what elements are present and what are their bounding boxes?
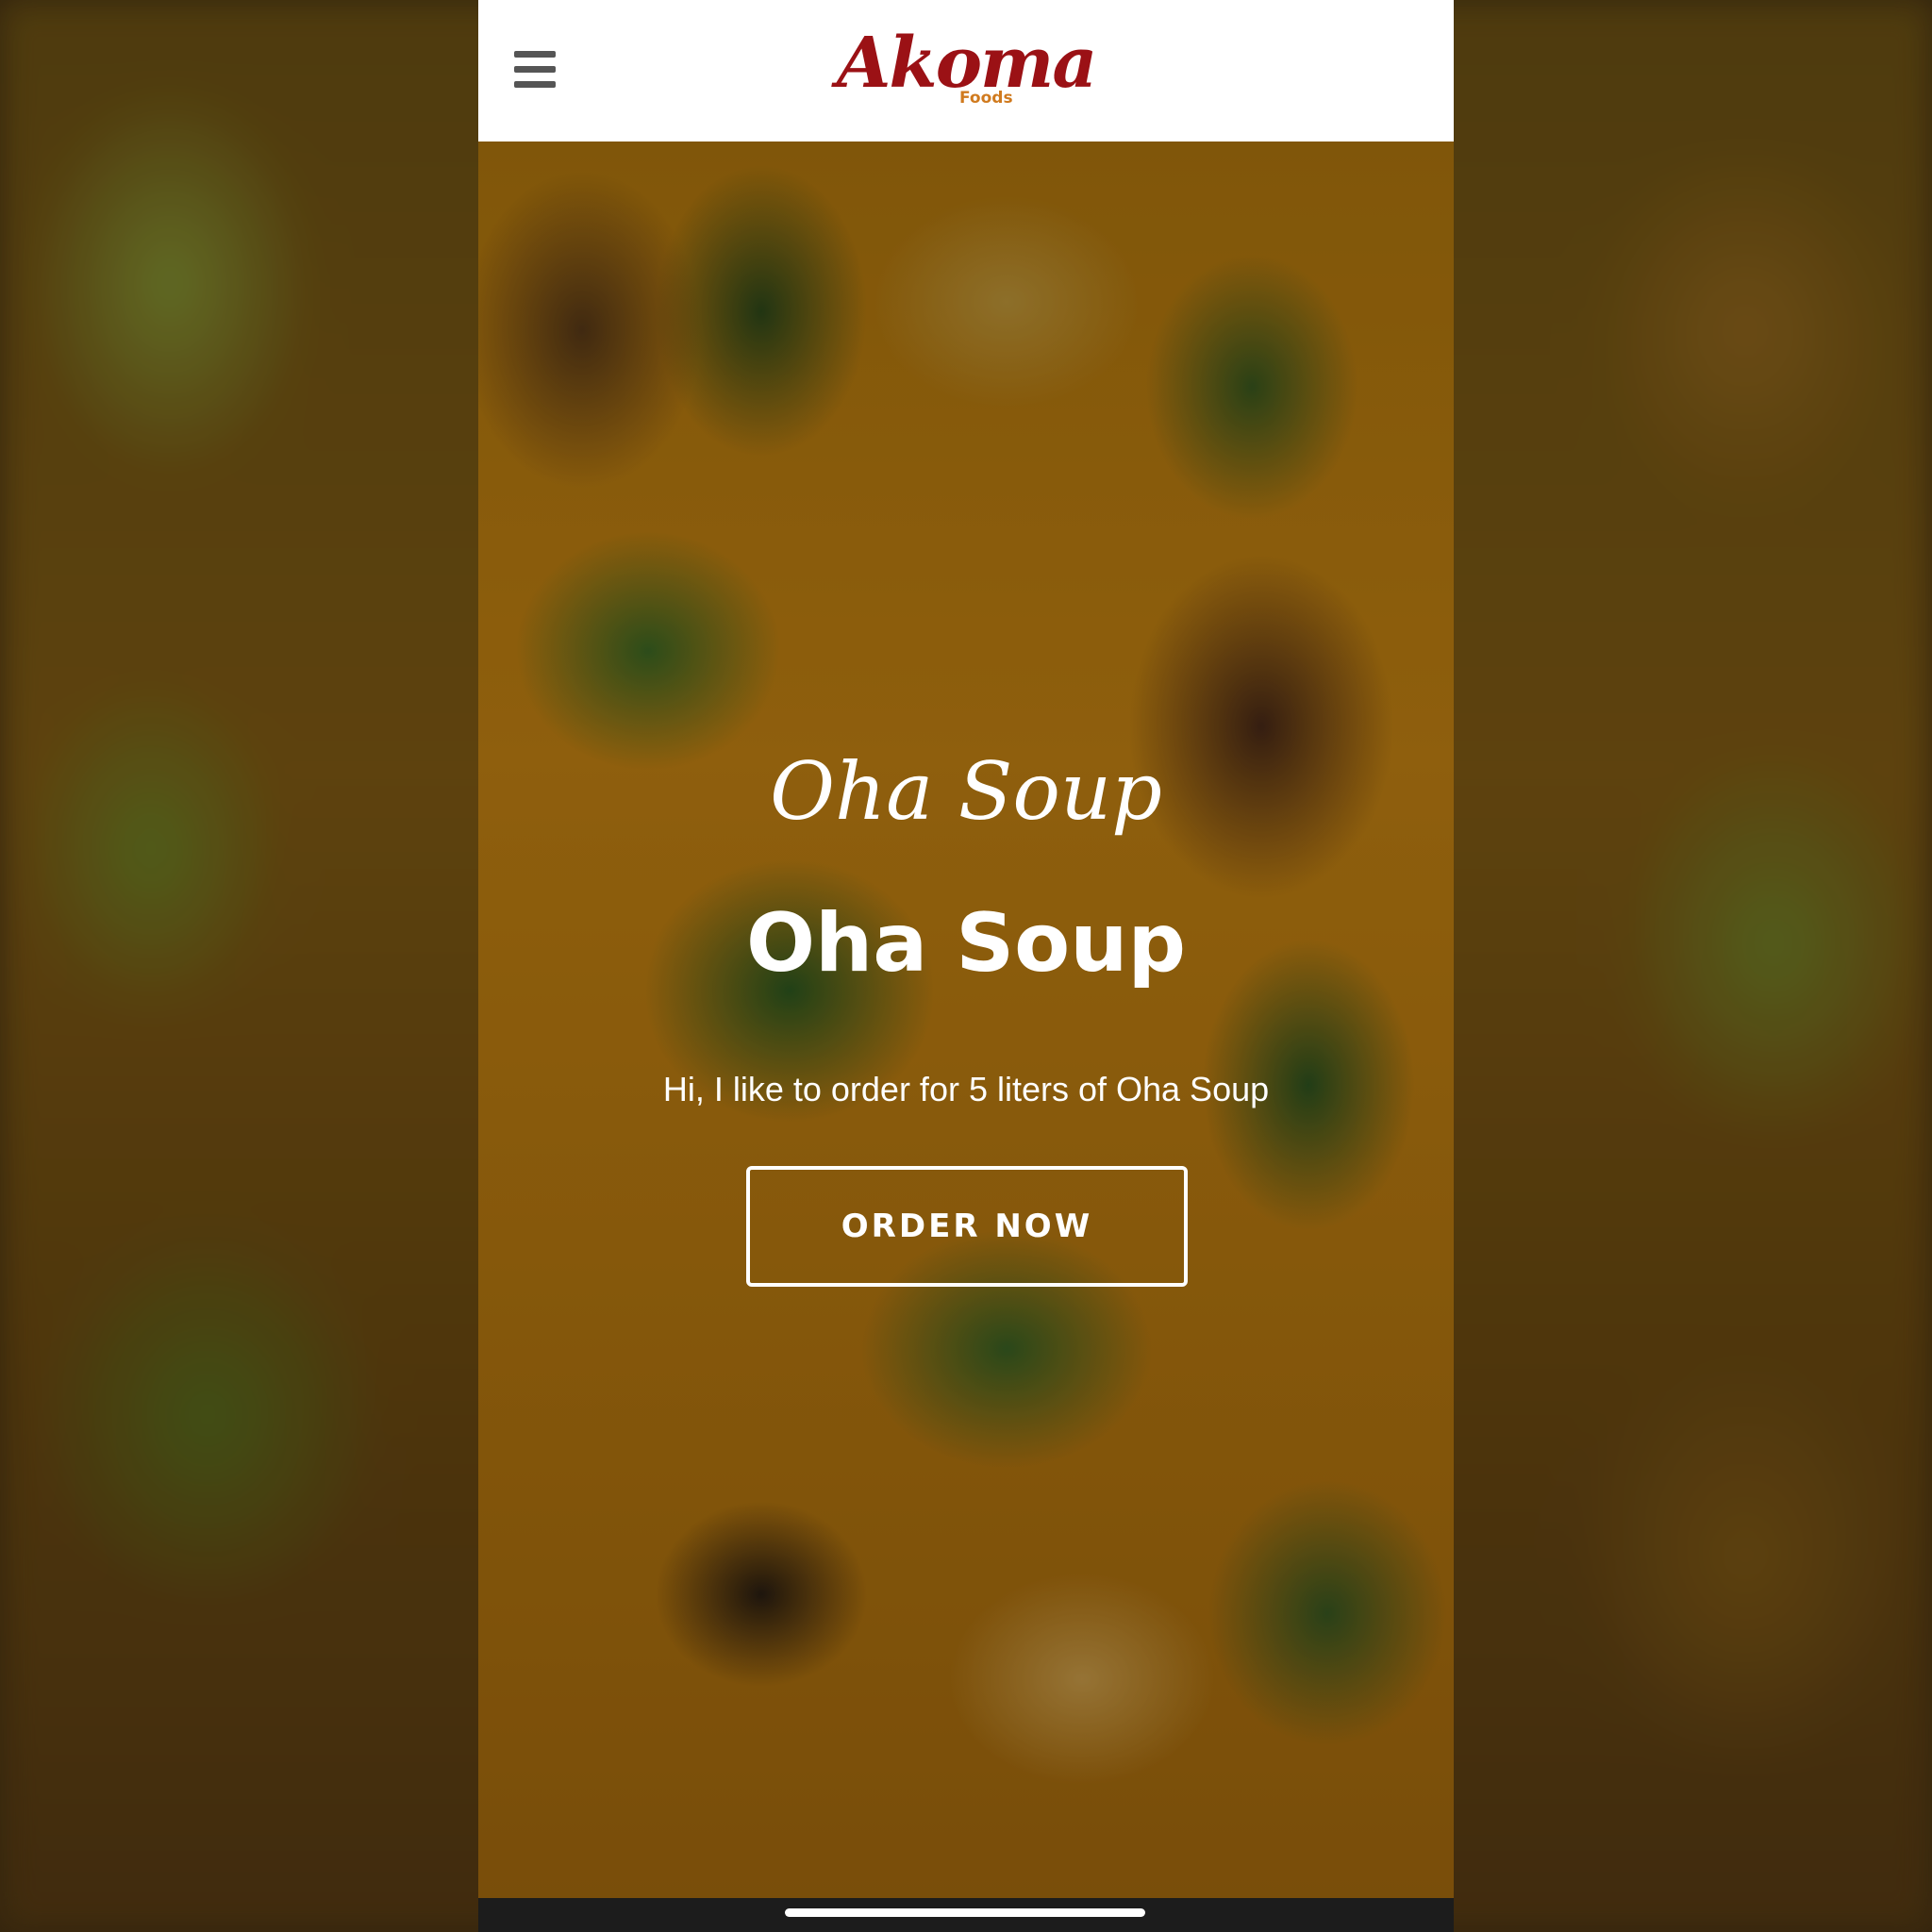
phone-screen: Akoma Foods Oha Soup Oha Soup Hi, I like…: [478, 0, 1454, 1932]
home-indicator[interactable]: [785, 1908, 1145, 1917]
hero-title: Oha Soup: [745, 896, 1187, 991]
hero-overlay: [478, 142, 1454, 1898]
hero-description: Hi, I like to order for 5 liters of Oha …: [662, 1070, 1270, 1108]
site-header: Akoma Foods: [478, 0, 1454, 142]
hero-script-title: Oha Soup: [770, 745, 1162, 838]
hamburger-menu-icon[interactable]: [514, 51, 556, 89]
hero-banner: Oha Soup Oha Soup Hi, I like to order fo…: [478, 142, 1454, 1898]
logo-subtext: Foods: [959, 89, 1013, 108]
brand-logo[interactable]: Akoma Foods: [837, 21, 1101, 115]
order-now-button[interactable]: ORDER NOW: [746, 1166, 1188, 1287]
